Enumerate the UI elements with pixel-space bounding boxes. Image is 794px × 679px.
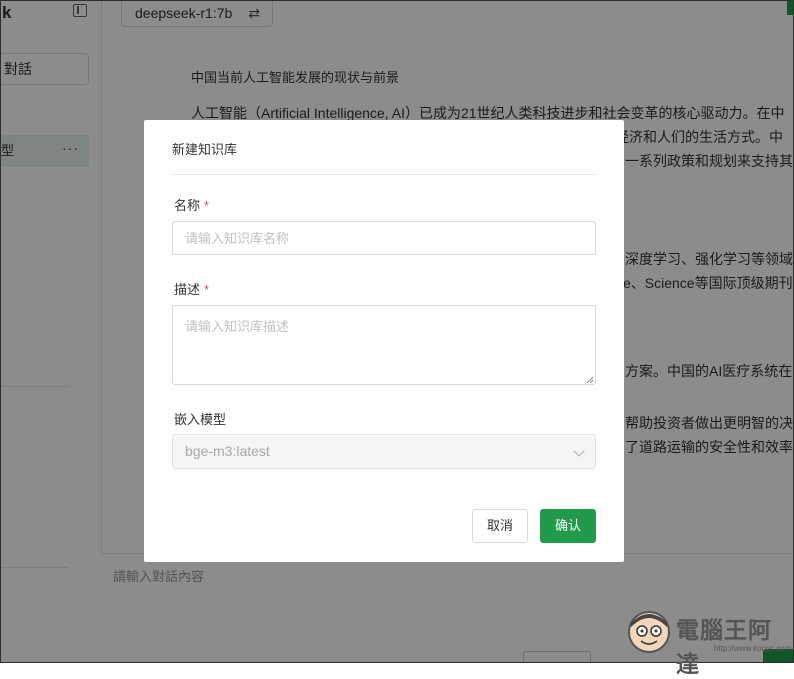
watermark-url: http://www.kocpc.com.tw — [714, 644, 794, 653]
mascot-logo-icon — [628, 611, 670, 653]
name-field-label: 名称 * — [174, 195, 209, 214]
embedding-model-value: bge-m3:latest — [185, 443, 270, 459]
cancel-button[interactable]: 取消 — [472, 509, 528, 543]
chevron-down-icon — [573, 445, 585, 457]
embedding-model-label: 嵌入模型 — [174, 412, 227, 427]
resize-handle-icon[interactable] — [586, 376, 594, 384]
name-input[interactable] — [172, 221, 596, 255]
required-mark: * — [204, 282, 210, 297]
embedding-model-select[interactable]: bge-m3:latest — [172, 434, 596, 469]
description-field-label: 描述 * — [174, 279, 209, 298]
dialog-title: 新建知识库 — [172, 142, 238, 157]
watermark: 電腦王阿達 http://www.kocpc.com.tw — [624, 605, 794, 678]
new-knowledge-base-dialog: 新建知识库 名称* 描述* 嵌入模型 bge-m3:latest 取消 确认 — [144, 120, 624, 562]
name-label-text: 名称 — [174, 198, 201, 213]
required-mark: * — [204, 198, 210, 213]
description-label-text: 描述 — [174, 282, 201, 297]
dialog-divider — [172, 174, 596, 175]
confirm-button[interactable]: 确认 — [540, 509, 596, 543]
description-textarea[interactable] — [172, 305, 596, 385]
